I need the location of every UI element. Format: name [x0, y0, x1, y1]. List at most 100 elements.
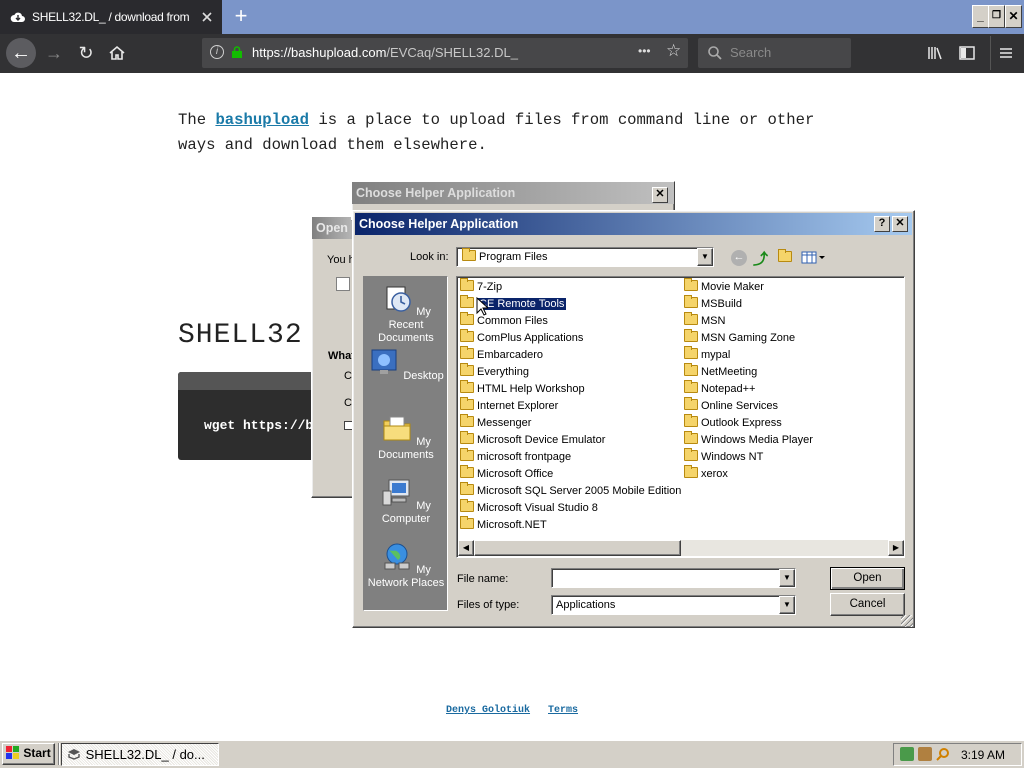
look-in-label: Look in:: [410, 251, 449, 263]
file-list-item[interactable]: microsoft frontpage: [460, 448, 571, 465]
firefox-task-icon: [68, 749, 80, 760]
file-list-item[interactable]: Microsoft Visual Studio 8: [460, 499, 598, 516]
folder-icon: [684, 465, 698, 478]
sidebar-icon: [959, 46, 975, 60]
place-desktop[interactable]: Desktop: [364, 347, 448, 383]
bookmark-star-icon[interactable]: ☆: [666, 41, 681, 61]
file-list-item-label: Windows NT: [701, 451, 764, 463]
file-list-item[interactable]: Movie Maker: [684, 278, 764, 295]
folder-icon: [778, 249, 792, 262]
helper-dialog-background-title: Choose Helper Application: [352, 182, 674, 204]
new-tab-button[interactable]: +: [230, 5, 252, 28]
file-list-item[interactable]: Internet Explorer: [460, 397, 558, 414]
file-list-item-label: Everything: [477, 366, 529, 378]
folder-icon: [460, 380, 474, 393]
footer-author-link[interactable]: Denys Golotiuk: [446, 705, 530, 716]
site-info-icon[interactable]: i: [210, 45, 224, 59]
tray-search-icon[interactable]: [936, 747, 950, 761]
file-list-item[interactable]: MSN: [684, 312, 725, 329]
footer-terms-link[interactable]: Terms: [548, 705, 578, 716]
folder-icon: [460, 482, 474, 495]
look-in-dropdown[interactable]: Program Files ▼: [456, 247, 714, 267]
file-list-item[interactable]: xerox: [684, 465, 728, 482]
file-list-item[interactable]: Microsoft SQL Server 2005 Mobile Edition: [460, 482, 681, 499]
look-in-dropdown-arrow[interactable]: ▼: [697, 248, 713, 266]
files-of-type-dropdown-arrow[interactable]: ▼: [779, 596, 795, 614]
file-list-item[interactable]: MSBuild: [684, 295, 742, 312]
file-list-item[interactable]: Outlook Express: [684, 414, 782, 431]
file-list-item[interactable]: Common Files: [460, 312, 548, 329]
reload-button[interactable]: ↻: [72, 39, 100, 67]
file-list-item[interactable]: Everything: [460, 363, 529, 380]
folder-icon: [460, 431, 474, 444]
back-folder-icon[interactable]: ←: [731, 250, 747, 266]
file-list-item[interactable]: Microsoft.NET: [460, 516, 547, 533]
open-button[interactable]: Open: [830, 567, 905, 590]
file-name-field[interactable]: ▼: [551, 568, 796, 588]
close-background-dialog-button[interactable]: ✕: [652, 187, 668, 203]
taskbar-firefox-button[interactable]: SHELL32.DL_ / do...: [61, 743, 219, 766]
file-list-item[interactable]: Online Services: [684, 397, 778, 414]
view-menu-icon[interactable]: [801, 250, 825, 265]
scrollbar-thumb[interactable]: [474, 540, 681, 556]
close-dialog-button[interactable]: ✕: [892, 216, 908, 232]
url-bar[interactable]: i https://bashupload.com/EVCaq/SHELL32.D…: [202, 38, 688, 68]
library-button[interactable]: [926, 44, 944, 62]
start-label: Start: [23, 746, 51, 760]
bashupload-link[interactable]: bashupload: [215, 111, 309, 129]
scroll-left-button[interactable]: ◀: [458, 540, 474, 556]
file-name-dropdown-arrow[interactable]: ▼: [779, 569, 795, 587]
new-folder-icon[interactable]: [778, 249, 795, 264]
mouse-cursor-icon: [476, 297, 488, 316]
place-my-documents[interactable]: My Documents: [364, 413, 448, 462]
file-list-item[interactable]: Notepad++: [684, 380, 755, 397]
place-my-network-places[interactable]: My Network Places: [364, 541, 448, 590]
back-button[interactable]: ←: [6, 38, 36, 68]
file-list-item-label: Microsoft Office: [477, 468, 554, 480]
file-list-item[interactable]: Windows NT: [684, 448, 764, 465]
page-actions-icon[interactable]: •••: [638, 44, 651, 58]
up-folder-icon[interactable]: ⤴: [753, 248, 768, 269]
home-button[interactable]: [103, 39, 131, 67]
file-list-item[interactable]: mypal: [684, 346, 730, 363]
start-button[interactable]: Start: [2, 743, 55, 765]
cancel-button[interactable]: Cancel: [830, 593, 905, 616]
folder-icon: [460, 448, 474, 461]
help-button[interactable]: ?: [874, 216, 890, 232]
place-recent-documents[interactable]: My Recent Documents: [364, 283, 448, 345]
file-list-item[interactable]: Microsoft Device Emulator: [460, 431, 605, 448]
file-list-item[interactable]: Windows Media Player: [684, 431, 813, 448]
browser-tab[interactable]: SHELL32.DL_ / download from bashupload.c…: [0, 0, 222, 34]
files-of-type-dropdown[interactable]: Applications ▼: [551, 595, 796, 615]
file-list-item[interactable]: ComPlus Applications: [460, 329, 583, 346]
place-my-computer[interactable]: My Computer: [364, 477, 448, 526]
file-list-item[interactable]: 7-Zip: [460, 278, 502, 295]
sidebar-button[interactable]: [958, 44, 976, 62]
lock-icon[interactable]: [232, 46, 242, 58]
file-list-item[interactable]: Embarcadero: [460, 346, 543, 363]
folder-icon: [460, 295, 474, 308]
menu-button[interactable]: [997, 44, 1015, 62]
tray-network-icon[interactable]: [900, 747, 914, 761]
close-tab-icon[interactable]: [200, 10, 214, 24]
file-list-item[interactable]: NetMeeting: [684, 363, 757, 380]
minimize-button[interactable]: _: [972, 5, 989, 28]
scroll-right-button[interactable]: ▶: [888, 540, 904, 556]
open-option-1[interactable]: C: [344, 370, 352, 382]
file-list-item[interactable]: MSN Gaming Zone: [684, 329, 795, 346]
tray-app-icon[interactable]: [918, 747, 932, 761]
taskbar-task-label: SHELL32.DL_ / do...: [85, 747, 205, 762]
close-window-button[interactable]: ✕: [1005, 5, 1022, 28]
resize-grip[interactable]: [901, 615, 913, 627]
url-text[interactable]: https://bashupload.com/EVCaq/SHELL32.DL_: [252, 45, 518, 60]
file-list-item[interactable]: Messenger: [460, 414, 531, 431]
file-list-item[interactable]: Microsoft Office: [460, 465, 554, 482]
file-list-item-label: Outlook Express: [701, 417, 782, 429]
file-list-item[interactable]: HTML Help Workshop: [460, 380, 585, 397]
restore-button[interactable]: ❐: [988, 5, 1005, 28]
forward-button[interactable]: →: [40, 39, 68, 67]
horizontal-scrollbar[interactable]: ◀ ▶: [458, 540, 904, 556]
file-list[interactable]: 7-Zip CE Remote Tools Common Files ComPlus …: [456, 276, 905, 558]
open-option-2[interactable]: C: [344, 397, 352, 409]
search-box[interactable]: Search: [698, 38, 851, 68]
